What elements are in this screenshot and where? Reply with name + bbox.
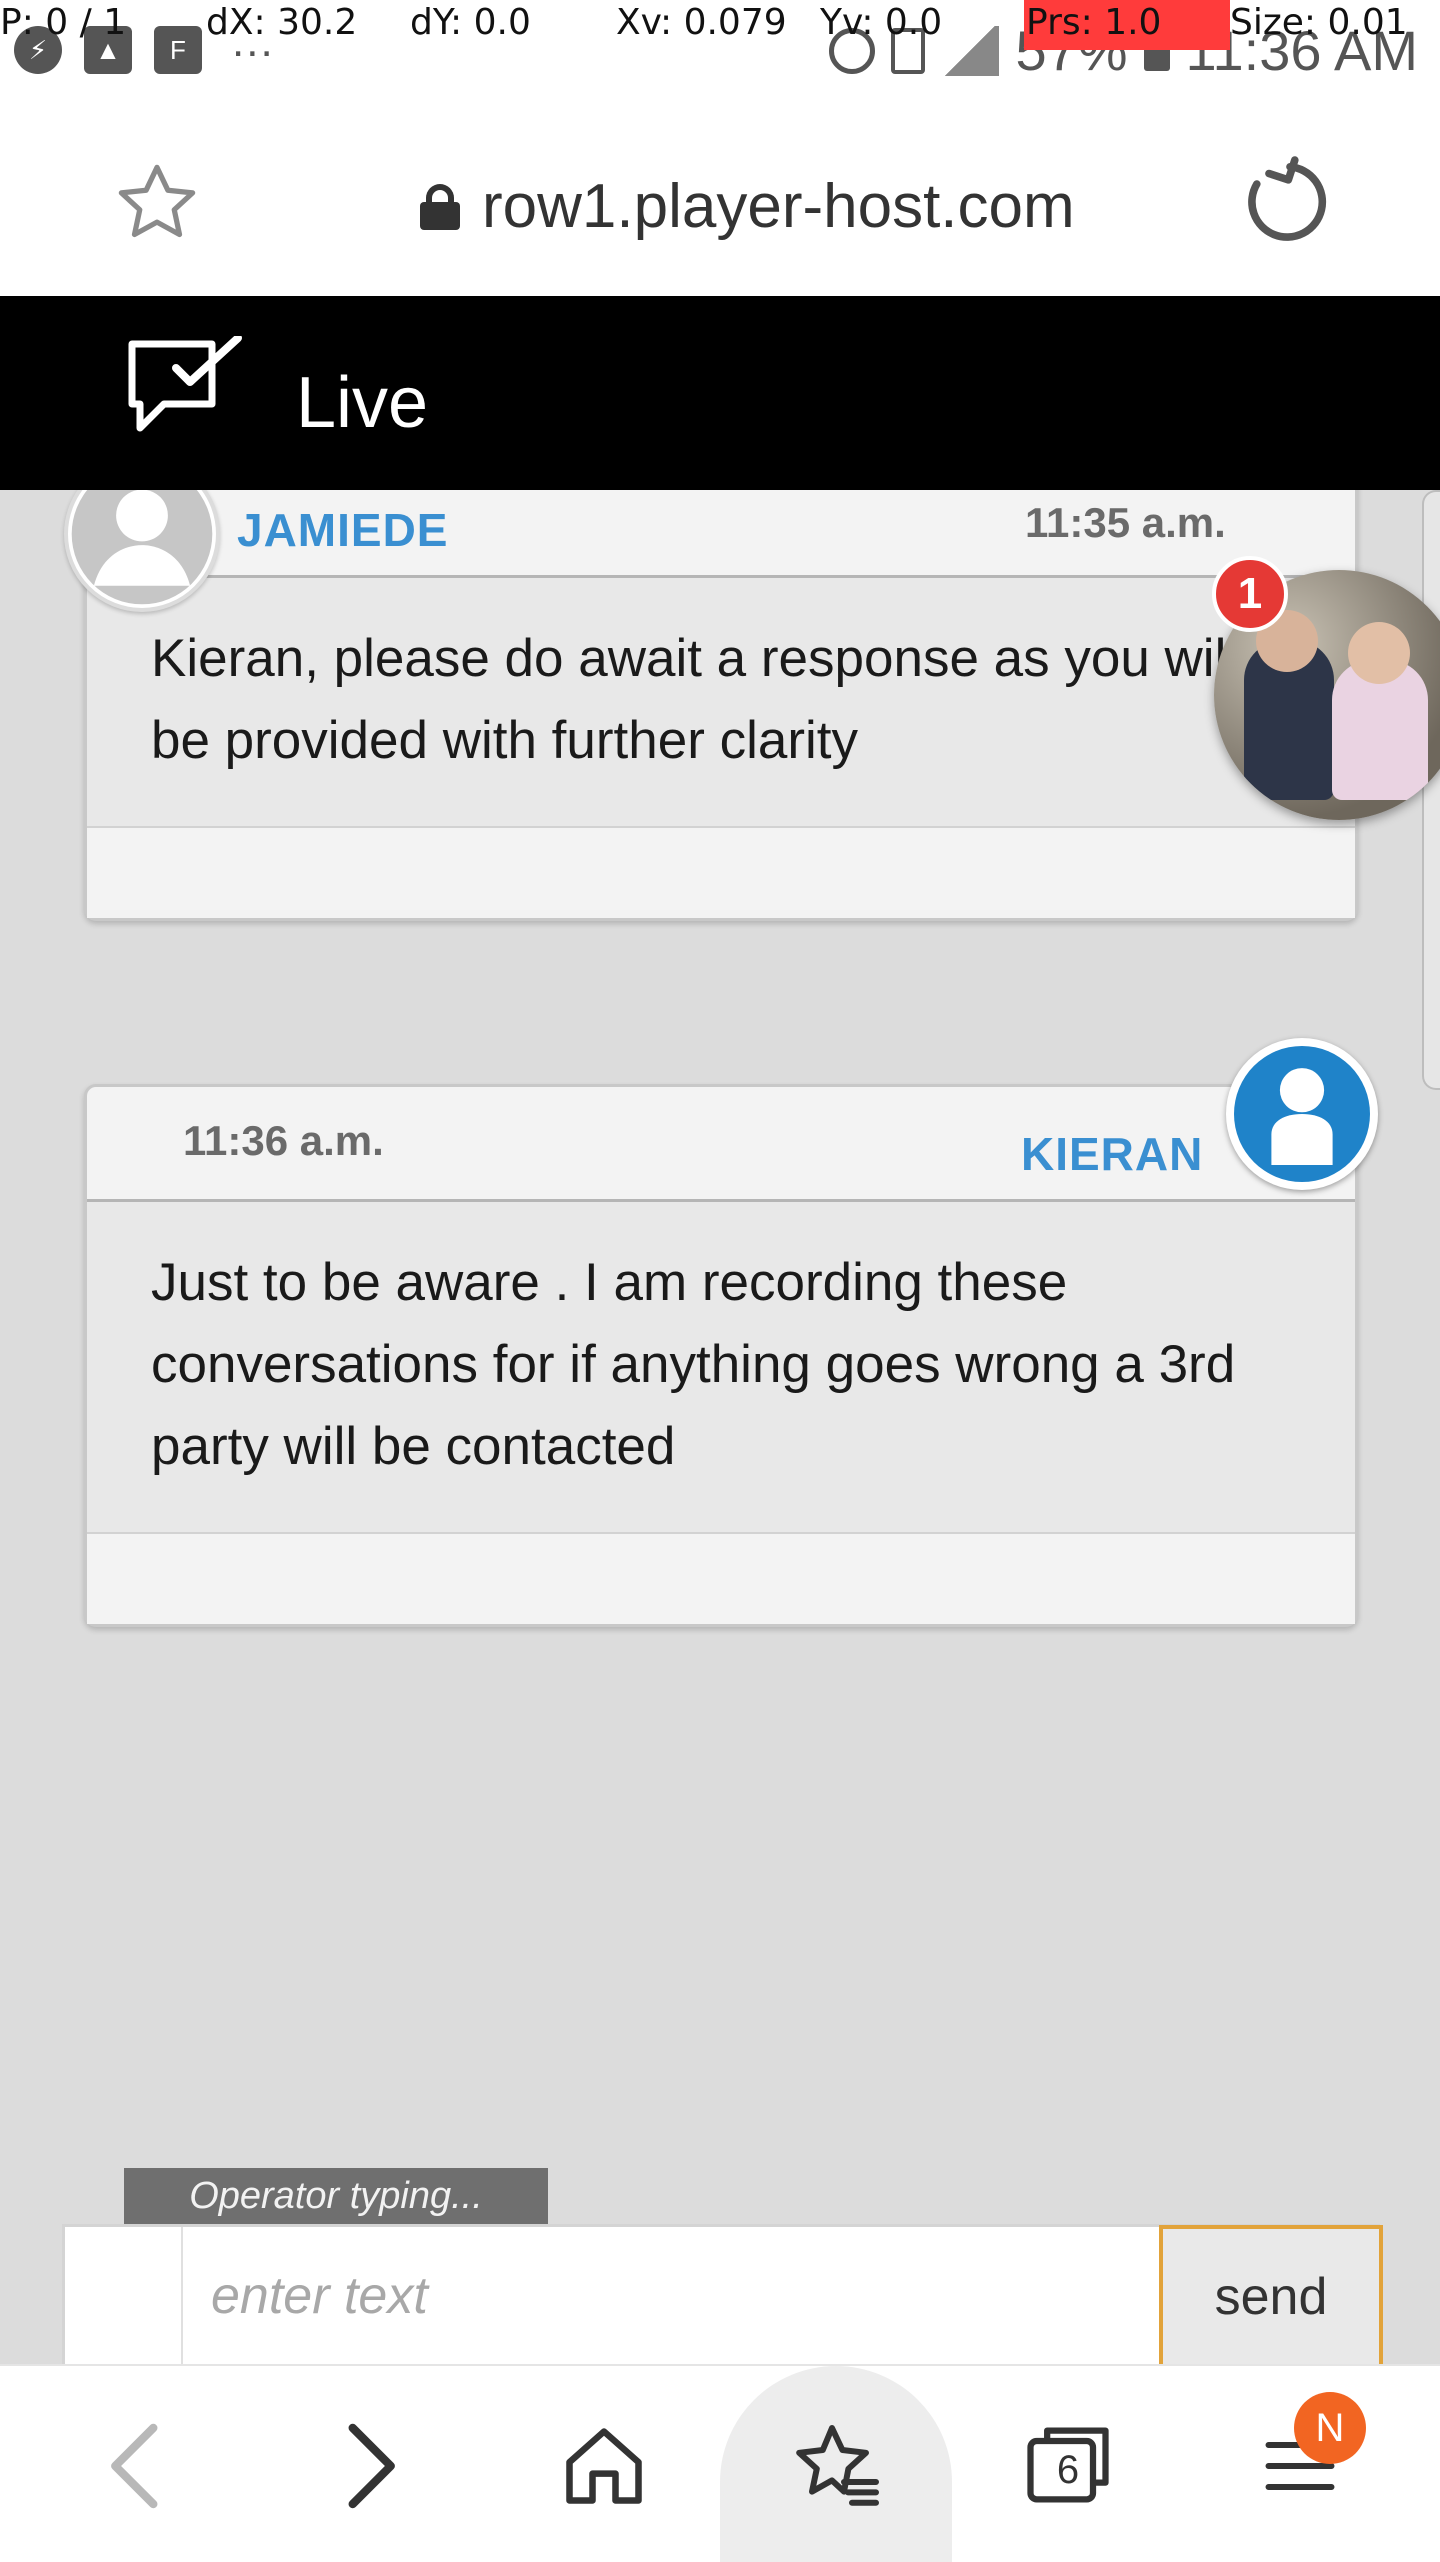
live-chat-header: Live [0,296,1440,490]
chat-transcript[interactable]: JAMIEDE 11:35 a.m. Kieran, please do awa… [0,490,1440,2370]
home-icon[interactable] [544,2406,664,2526]
reload-icon[interactable] [1236,154,1332,250]
typing-indicator: Operator typing... [124,2168,548,2224]
avatar [1226,1038,1378,1190]
pointer-location-overlay: P: 0 / 1 dX: 30.2 dY: 0.0 Xv: 0.079 Yv: … [0,0,1440,50]
message-composer: send [62,2224,1383,2365]
message-header: JAMIEDE 11:35 a.m. [87,490,1355,578]
message-input[interactable] [183,2227,1219,2364]
back-arrow-icon[interactable] [76,2406,196,2526]
status-bar: ⚡ ▲ F ... 57% 11:36 AM P: 0 / 1 dX: 30.2… [0,0,1440,110]
message-header: 11:36 a.m. KIERAN [87,1087,1355,1202]
address-field[interactable]: row1.player-host.com [420,166,1075,246]
debug-dy: dY: 0.0 [410,2,531,43]
message-text: Kieran, please do await a response as yo… [87,578,1355,828]
browser-url-bar: row1.player-host.com [0,110,1440,296]
unread-badge: 1 [1212,556,1288,632]
message-footer [87,828,1355,918]
message-time: 11:35 a.m. [1025,499,1226,546]
notification-badge: N [1294,2392,1366,2464]
debug-yv: Yv: 0.0 [820,2,943,43]
chat-message: 11:36 a.m. KIERAN Just to be aware . I a… [84,1084,1358,1627]
bookmark-star-icon[interactable] [112,158,202,248]
bookmarks-star-icon[interactable] [776,2406,896,2526]
debug-pressure: Prs: 1.0 [1026,2,1162,43]
debug-pointer: P: 0 / 1 [0,2,127,43]
message-text: Just to be aware . I am recording these … [87,1202,1355,1534]
debug-size: Size: 0.01 [1230,2,1408,43]
send-button[interactable]: send [1159,2225,1383,2365]
chat-check-icon [124,334,248,444]
composer-left-slot [65,2227,183,2364]
tabs-count: 6 [1056,2447,1080,2492]
message-time: 11:36 a.m. [183,1117,384,1164]
debug-xv: Xv: 0.079 [616,2,787,43]
sender-name: JAMIEDE [237,504,449,556]
debug-dx: dX: 30.2 [206,2,358,43]
chat-message: JAMIEDE 11:35 a.m. Kieran, please do awa… [84,490,1358,921]
sender-name: KIERAN [1021,1128,1204,1180]
url-text: row1.player-host.com [482,171,1075,241]
lock-icon [420,184,460,230]
message-footer [87,1534,1355,1624]
page-title: Live [296,363,429,443]
browser-bottom-nav: 6 N [0,2364,1440,2562]
tabs-icon[interactable]: 6 [1008,2406,1128,2526]
forward-arrow-icon[interactable] [310,2406,430,2526]
